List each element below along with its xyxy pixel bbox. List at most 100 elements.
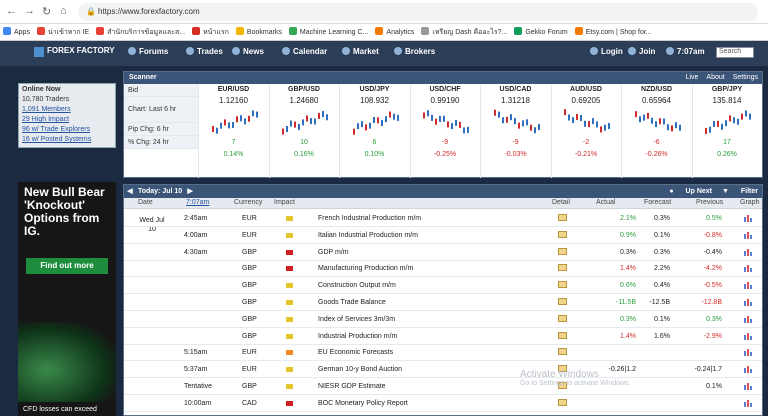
graph-icon[interactable]: [744, 263, 753, 273]
impact-icon[interactable]: [286, 316, 293, 322]
find-out-more-button[interactable]: Find out more: [26, 258, 108, 274]
pair-usdcad[interactable]: USD/CAD 1.31218 -9 -0.03%: [480, 84, 550, 178]
graph-icon[interactable]: [744, 331, 753, 340]
scanner-settings-button[interactable]: Settings: [733, 74, 758, 81]
reload-icon[interactable]: ↻: [42, 5, 51, 18]
impact-icon[interactable]: [286, 333, 293, 339]
pair-gbpusd[interactable]: GBP/USD 1.24680 10 0.16%: [268, 84, 339, 178]
nav-market[interactable]: Market: [342, 47, 379, 56]
scanner-about-button[interactable]: About: [706, 74, 724, 81]
nav-brokers[interactable]: Brokers: [394, 47, 435, 56]
bookmark-item[interactable]: Analytics: [372, 24, 418, 40]
bookmark-item[interactable]: น่าเข้าหาก IE: [34, 24, 93, 40]
detail-icon[interactable]: [558, 398, 567, 406]
pair-nzdusd[interactable]: NZD/USD 0.65964 -6 -0.26%: [621, 84, 691, 178]
site-logo[interactable]: FOREX FACTORY: [34, 47, 115, 57]
detail-icon[interactable]: [558, 247, 567, 255]
forward-icon[interactable]: →: [24, 5, 35, 17]
graph-icon[interactable]: [744, 297, 753, 306]
online-stat[interactable]: 29 High Impact: [22, 115, 112, 125]
event-name[interactable]: EU Economic Forecasts: [318, 349, 393, 356]
event-name[interactable]: Italian Industrial Production m/m: [318, 232, 418, 239]
nav-trades[interactable]: Trades: [186, 47, 223, 56]
calendar-row[interactable]: GBP Manufacturing Production m/m 1.4% 2.2% -…: [124, 260, 762, 278]
bookmark-item[interactable]: Apps: [0, 24, 34, 40]
bookmark-item[interactable]: Machine Learning C...: [286, 24, 372, 40]
impact-icon[interactable]: [286, 350, 293, 356]
bookmark-item[interactable]: Bookmarks: [233, 24, 286, 40]
up-next-button[interactable]: ● Up Next: [669, 188, 712, 195]
pair-gbpjpy[interactable]: GBP/JPY 135.814 17 0.26%: [691, 84, 762, 178]
event-name[interactable]: BOC Monetary Policy Report: [318, 400, 408, 407]
graph-icon[interactable]: [744, 230, 753, 239]
detail-icon[interactable]: [558, 281, 567, 289]
impact-icon[interactable]: [286, 266, 293, 272]
bookmark-item[interactable]: เหรียญ Dash คืออะไร?...: [418, 24, 511, 40]
detail-icon[interactable]: [558, 314, 567, 322]
detail-icon[interactable]: [558, 230, 567, 238]
back-icon[interactable]: ←: [6, 5, 17, 17]
calendar-row[interactable]: 2:45am EUR French Industrial Production m/…: [124, 210, 762, 227]
event-name[interactable]: NIESR GDP Estimate: [318, 383, 386, 390]
pair-usdchf[interactable]: USD/CHF 0.99190 -9 -0.25%: [409, 84, 480, 178]
online-stat[interactable]: 96 w/ Trade Explorers: [22, 125, 112, 135]
event-name[interactable]: German 10-y Bond Auction: [318, 366, 402, 373]
calendar-row[interactable]: 4:30am GBP GDP m/m 0.3% 0.3% -0.4%: [124, 244, 762, 261]
detail-icon[interactable]: [558, 264, 567, 272]
detail-icon[interactable]: [558, 348, 567, 356]
detail-icon[interactable]: [558, 298, 567, 305]
calendar-row[interactable]: Tentative GBP NIESR GDP Estimate 0.1%: [124, 378, 762, 395]
calendar-row[interactable]: GBP Construction Output m/m 0.6% 0.4% -0.5%: [124, 277, 762, 295]
pair-usdjpy[interactable]: USD/JPY 108.932 6 0.10%: [339, 84, 409, 178]
impact-icon[interactable]: [286, 249, 293, 255]
online-stat[interactable]: 1,091 Members: [22, 105, 112, 115]
bookmark-item[interactable]: หน้าแรก: [189, 24, 233, 40]
event-name[interactable]: Goods Trade Balance: [318, 299, 386, 306]
graph-icon[interactable]: [744, 347, 753, 357]
graph-icon[interactable]: [744, 213, 753, 222]
calendar-row[interactable]: GBP Goods Trade Balance -11.5B -12.5B -12.8B: [124, 294, 762, 311]
event-name[interactable]: GDP m/m: [318, 249, 349, 256]
nav-forums[interactable]: Forums: [128, 47, 168, 56]
pair-eurusd[interactable]: EUR/USD 1.12160 7 0.14%: [198, 84, 268, 178]
search-input[interactable]: Search: [716, 47, 754, 58]
pair-audusd[interactable]: AUD/USD 0.69205 -2 -0.21%: [550, 84, 621, 178]
graph-icon[interactable]: [744, 247, 753, 256]
impact-icon[interactable]: [286, 384, 293, 389]
event-name[interactable]: Manufacturing Production m/m: [318, 265, 413, 272]
detail-icon[interactable]: [558, 331, 567, 339]
graph-icon[interactable]: [744, 364, 753, 374]
calendar-row[interactable]: 5:15am EUR EU Economic Forecasts: [124, 344, 762, 362]
next-day-icon[interactable]: ▶: [184, 185, 196, 198]
impact-icon[interactable]: [286, 300, 293, 305]
event-name[interactable]: Index of Services 3m/3m: [318, 316, 395, 323]
calendar-row[interactable]: GBP Industrial Production m/m 1.4% 1.6% -2.9…: [124, 328, 762, 345]
online-stat[interactable]: 16 w/ Posted Systems: [22, 135, 112, 145]
address-bar[interactable]: 🔒 https://www.forexfactory.com: [78, 3, 758, 21]
prev-day-icon[interactable]: ◀: [124, 185, 136, 198]
graph-icon[interactable]: [744, 398, 753, 407]
impact-icon[interactable]: [286, 283, 293, 289]
ig-advertisement[interactable]: New Bull Bear 'Knockout' Options from IG…: [18, 182, 116, 416]
calendar-row[interactable]: GBP Index of Services 3m/3m 0.3% 0.1% 0.3%: [124, 311, 762, 328]
calendar-row[interactable]: 4:00am EUR Italian Industrial Production m…: [124, 227, 762, 244]
calendar-row[interactable]: 5:37am EUR German 10-y Bond Auction -0.26|1…: [124, 361, 762, 379]
home-icon[interactable]: ⌂: [60, 5, 67, 17]
nav-news[interactable]: News: [232, 47, 264, 56]
event-name[interactable]: Industrial Production m/m: [318, 333, 397, 340]
graph-icon[interactable]: [744, 280, 753, 290]
graph-icon[interactable]: [744, 381, 753, 390]
login-link[interactable]: Login: [590, 47, 623, 56]
calendar-row[interactable]: 10:00am CAD BOC Monetary Policy Report: [124, 395, 762, 412]
bookmark-item[interactable]: Gekko Forum: [511, 24, 571, 40]
detail-icon[interactable]: [558, 214, 567, 221]
nav-calendar[interactable]: Calendar: [282, 47, 327, 56]
event-name[interactable]: Construction Output m/m: [318, 282, 396, 289]
bookmark-item[interactable]: Etsy.com | Shop for...: [572, 24, 656, 40]
scanner-live-button[interactable]: Live: [686, 74, 699, 81]
impact-icon[interactable]: [286, 232, 293, 238]
event-name[interactable]: French Industrial Production m/m: [318, 215, 421, 222]
bookmark-item[interactable]: สำนักบริการข้อมูลและส...: [93, 24, 189, 40]
today-label[interactable]: Today: Jul 10: [138, 188, 182, 195]
column-707am[interactable]: 7:07am: [186, 199, 209, 206]
